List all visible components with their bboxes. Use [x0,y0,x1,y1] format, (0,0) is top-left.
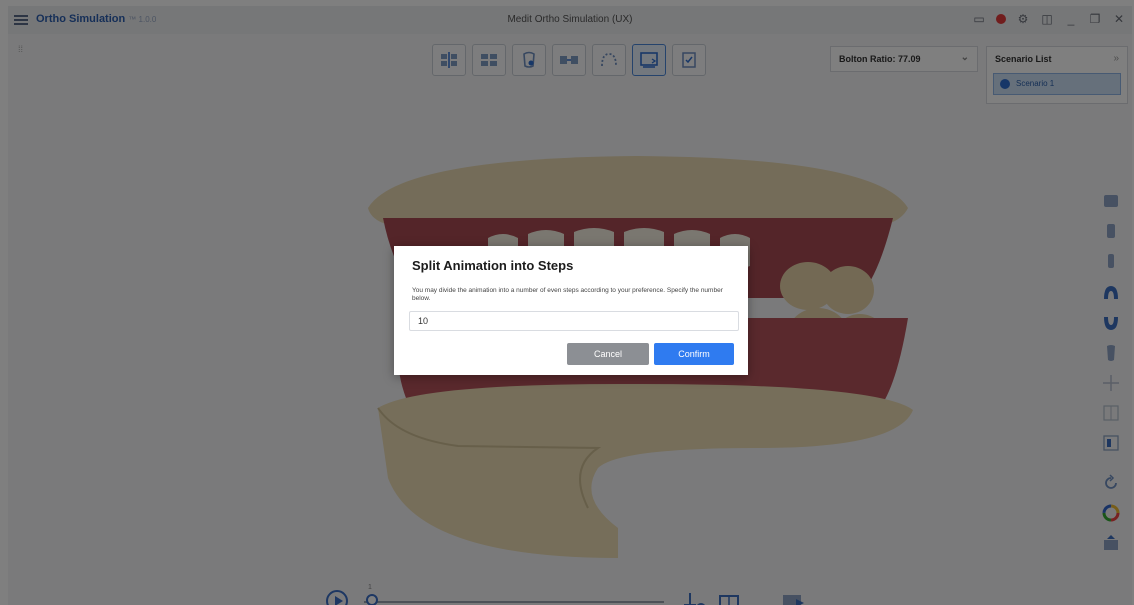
confirm-button[interactable]: Confirm [654,343,734,365]
split-animation-dialog: Split Animation into Steps You may divid… [394,246,748,375]
cancel-button[interactable]: Cancel [567,343,649,365]
dialog-title: Split Animation into Steps [412,258,574,273]
dialog-description: You may divide the animation into a numb… [412,287,723,302]
step-count-input[interactable] [409,311,739,331]
